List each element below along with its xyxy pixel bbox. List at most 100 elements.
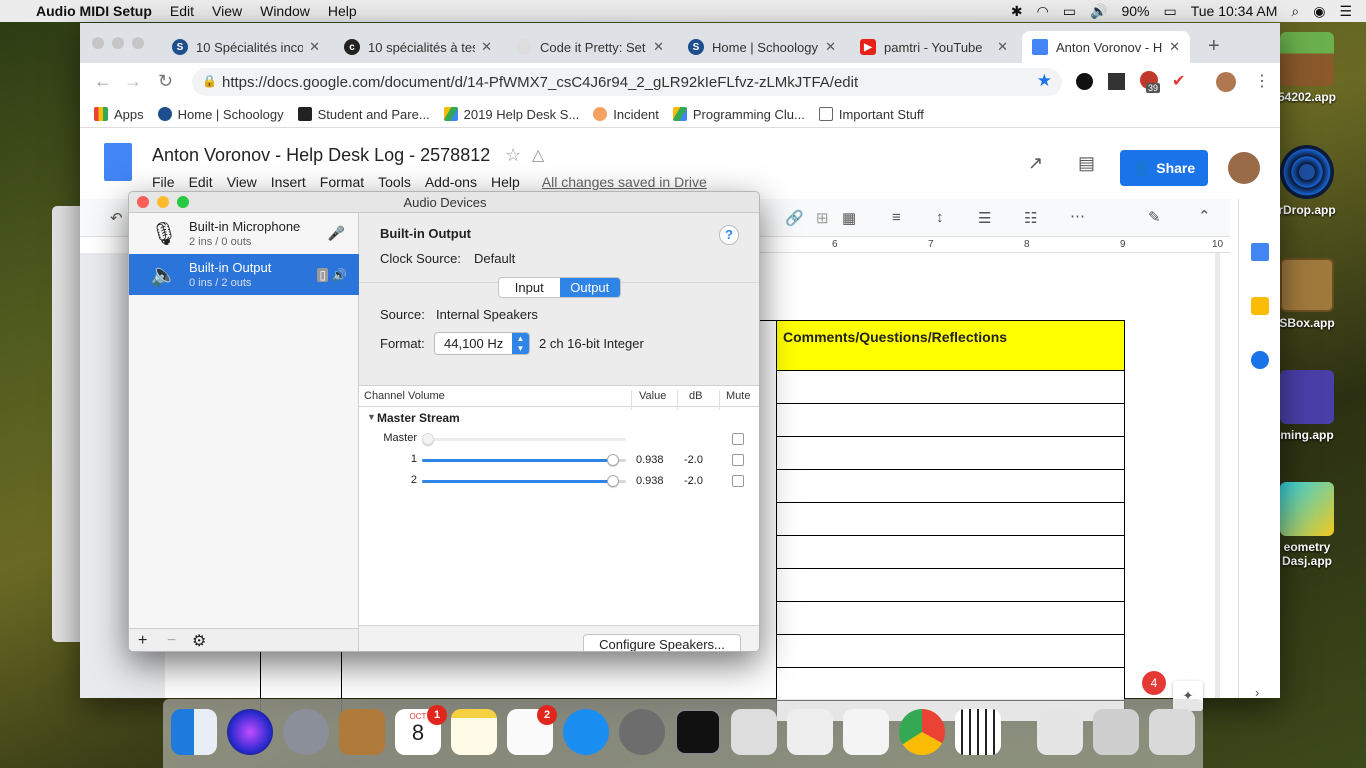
- battery-icon[interactable]: ▭: [1163, 3, 1176, 20]
- gear-icon[interactable]: ⚙: [192, 631, 206, 651]
- menu-help[interactable]: Help: [328, 3, 357, 19]
- chrome-icon[interactable]: [899, 709, 945, 755]
- battery-percent[interactable]: 90%: [1121, 3, 1149, 19]
- extension-icon[interactable]: [1108, 73, 1125, 90]
- add-comment-icon[interactable]: ⊞: [816, 209, 829, 227]
- minimize-button[interactable]: [157, 196, 169, 208]
- preview-icon[interactable]: [731, 709, 777, 755]
- docs-menu-insert[interactable]: Insert: [271, 174, 306, 190]
- notification-center-icon[interactable]: ☰: [1339, 3, 1352, 20]
- notes-icon[interactable]: [451, 709, 497, 755]
- tab-input[interactable]: Input: [499, 278, 560, 297]
- script-editor-icon[interactable]: [787, 709, 833, 755]
- mute-checkbox[interactable]: [732, 433, 744, 445]
- close-tab-icon[interactable]: ✕: [309, 39, 320, 55]
- line-spacing-icon[interactable]: ↕: [936, 209, 944, 226]
- numbered-list-icon[interactable]: ☰: [978, 209, 991, 227]
- bookmark-apps[interactable]: Apps: [94, 107, 144, 122]
- docs-menu-addons[interactable]: Add-ons: [425, 174, 477, 190]
- channel-volume-slider[interactable]: [422, 475, 626, 487]
- back-icon[interactable]: ←: [94, 71, 112, 92]
- star-icon[interactable]: ☆: [505, 145, 521, 166]
- undo-icon[interactable]: ↶: [110, 209, 123, 227]
- minimize-window-button[interactable]: [112, 37, 124, 49]
- bluetooth-icon[interactable]: ✱: [1011, 3, 1023, 20]
- slider-knob[interactable]: [422, 433, 434, 445]
- format-rate-select[interactable]: 44,100 Hz ▲ ▼: [434, 332, 530, 355]
- contacts-icon[interactable]: [339, 709, 385, 755]
- menu-view[interactable]: View: [212, 3, 242, 19]
- siri-icon[interactable]: ◉: [1313, 3, 1325, 20]
- tab-google-doc[interactable]: Anton Voronov - H ✕: [1022, 31, 1190, 63]
- tab-specialites[interactable]: c 10 spécialités à tes ✕: [334, 31, 502, 63]
- reload-icon[interactable]: ↻: [158, 71, 173, 92]
- table-header-comments[interactable]: Comments/Questions/Reflections: [776, 321, 1125, 371]
- remove-device-button[interactable]: −: [167, 632, 176, 650]
- tab-schoology-home[interactable]: S Home | Schoology ✕: [678, 31, 846, 63]
- channel-row[interactable]: Master: [359, 429, 759, 450]
- close-tab-icon[interactable]: ✕: [825, 39, 836, 55]
- device-builtin-microphone[interactable]: 🎙 Built-in Microphone 2 ins / 0 outs 🎤: [129, 213, 359, 254]
- channel-row[interactable]: 1 0.938 -2.0: [359, 450, 759, 471]
- close-tab-icon[interactable]: ✕: [481, 39, 492, 55]
- move-to-drive-icon[interactable]: △: [532, 145, 544, 165]
- docs-menu-file[interactable]: File: [152, 174, 175, 190]
- docs-logo-icon[interactable]: [104, 143, 132, 181]
- configure-speakers-button[interactable]: Configure Speakers...: [583, 634, 741, 651]
- keep-icon[interactable]: [1251, 297, 1269, 315]
- bookmark-student-parent[interactable]: Student and Pare...: [297, 107, 430, 122]
- menu-window[interactable]: Window: [260, 3, 310, 19]
- channel-volume-slider[interactable]: [422, 433, 626, 445]
- editing-mode-icon[interactable]: ✎: [1148, 208, 1161, 226]
- close-tab-icon[interactable]: ✕: [653, 39, 664, 55]
- archive-icon[interactable]: [1037, 709, 1083, 755]
- bookmark-programming-club[interactable]: Programming Clu...: [672, 107, 805, 122]
- insert-image-icon[interactable]: ▦: [842, 209, 856, 227]
- airplay-icon[interactable]: ▭: [1063, 3, 1076, 20]
- profile-avatar[interactable]: [1216, 72, 1236, 92]
- forward-icon[interactable]: →: [124, 71, 142, 92]
- siri-icon[interactable]: [227, 709, 273, 755]
- docs-menu-view[interactable]: View: [227, 174, 257, 190]
- finder-icon[interactable]: [171, 709, 217, 755]
- close-tab-icon[interactable]: ✕: [997, 39, 1008, 55]
- tab-output[interactable]: Output: [559, 278, 620, 297]
- add-device-button[interactable]: +: [138, 632, 147, 650]
- bookmark-star-icon[interactable]: ★: [1037, 71, 1052, 91]
- user-avatar[interactable]: [1228, 152, 1260, 184]
- chrome-menu-icon[interactable]: ⋮: [1254, 71, 1270, 91]
- wifi-icon[interactable]: ◠: [1037, 3, 1049, 20]
- close-button[interactable]: [137, 196, 149, 208]
- collapse-menu-icon[interactable]: ⌃: [1198, 207, 1211, 225]
- device-builtin-output[interactable]: 🔈 Built-in Output 0 ins / 2 outs ▯ 🔊: [129, 254, 359, 295]
- table-rows[interactable]: [776, 371, 1125, 721]
- disclosure-triangle-icon[interactable]: ▼: [367, 412, 376, 422]
- tab-schoology-1[interactable]: S 10 Spécialités inco ✕: [162, 31, 330, 63]
- mute-checkbox[interactable]: [732, 454, 744, 466]
- close-window-button[interactable]: [92, 37, 104, 49]
- clock-source-value[interactable]: Default: [474, 251, 515, 266]
- bookmark-help-desk[interactable]: 2019 Help Desk S...: [443, 107, 579, 122]
- document-title[interactable]: Anton Voronov - Help Desk Log - 2578812: [152, 145, 490, 166]
- tab-code-it-pretty[interactable]: Code it Pretty: Set ✕: [506, 31, 674, 63]
- comments-icon[interactable]: ▤: [1078, 153, 1095, 174]
- activity-trend-icon[interactable]: ↗: [1028, 153, 1043, 174]
- spotlight-icon[interactable]: ⌕: [1291, 3, 1299, 20]
- extension-check-icon[interactable]: ✔: [1172, 71, 1185, 91]
- audio-midi-setup-icon[interactable]: [955, 709, 1001, 755]
- docs-menu-tools[interactable]: Tools: [378, 174, 411, 190]
- link-icon[interactable]: 🔗: [785, 209, 804, 227]
- system-preferences-icon[interactable]: [619, 709, 665, 755]
- bookmark-schoology[interactable]: Home | Schoology: [157, 107, 284, 122]
- textedit-icon[interactable]: [843, 709, 889, 755]
- bookmark-important-stuff[interactable]: Important Stuff: [818, 107, 924, 122]
- zoom-window-button[interactable]: [132, 37, 144, 49]
- extension-icon[interactable]: [1076, 73, 1093, 90]
- menu-edit[interactable]: Edit: [170, 3, 194, 19]
- save-status[interactable]: All changes saved in Drive: [542, 174, 707, 190]
- docs-menu-format[interactable]: Format: [320, 174, 364, 190]
- help-icon[interactable]: ?: [719, 225, 739, 245]
- app-menu[interactable]: Audio MIDI Setup: [36, 3, 152, 19]
- trash-icon[interactable]: [1149, 709, 1195, 755]
- address-bar[interactable]: 🔒 https://docs.google.com/document/d/14-…: [192, 68, 1062, 96]
